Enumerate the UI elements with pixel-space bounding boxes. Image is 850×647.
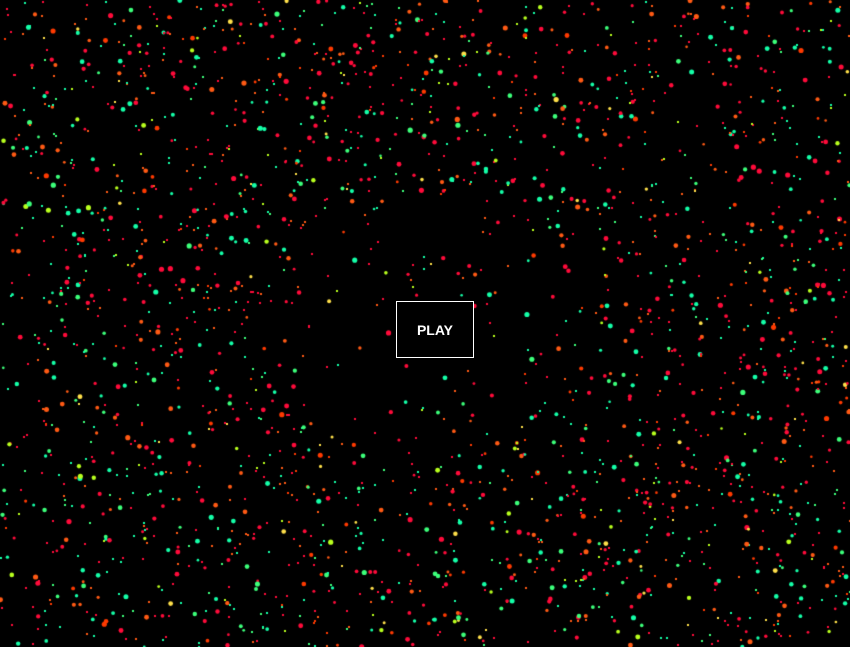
play-button[interactable]: PLAY — [396, 301, 474, 358]
game-stage[interactable]: PLAY — [0, 0, 850, 647]
